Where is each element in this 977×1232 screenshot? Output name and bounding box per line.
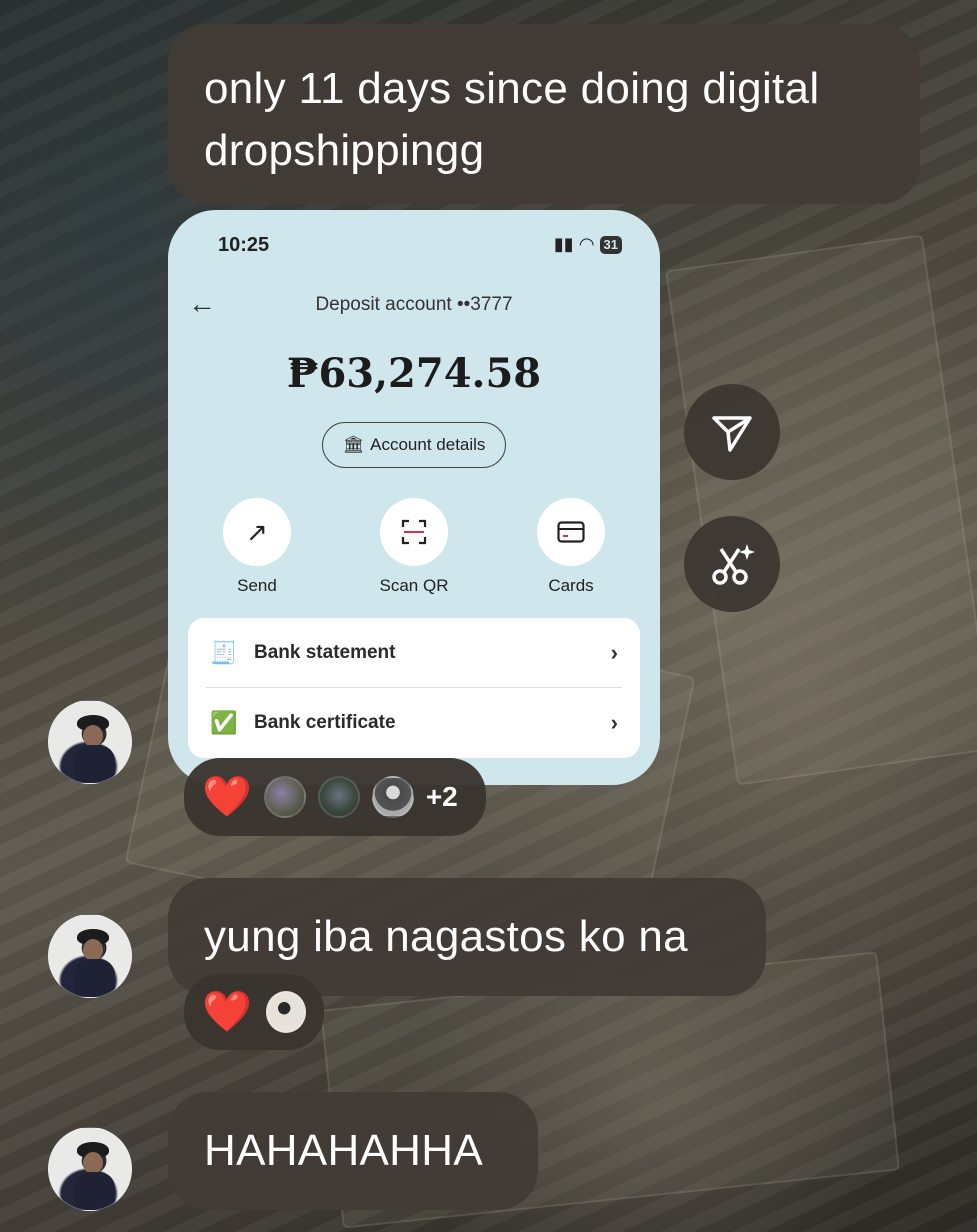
avatar-face (83, 939, 103, 961)
heart-reaction-icon: ❤️ (202, 990, 252, 1034)
certificate-icon: ✅ (210, 710, 238, 735)
send-action: ↗ Send (202, 498, 312, 596)
avatar[interactable] (48, 700, 132, 784)
message-text: only 11 days since doing digital dropshi… (204, 64, 820, 175)
ai-edit-button[interactable] (684, 516, 780, 612)
ai-edit-icon (712, 544, 755, 585)
reactor-avatar (317, 776, 360, 818)
status-time: 10:25 (218, 234, 270, 256)
account-title: Deposit account ••3777 (315, 294, 513, 315)
avatar-face (83, 725, 103, 747)
reactions-bar[interactable]: ❤️ +2 (184, 758, 486, 836)
scan-qr-action: Scan QR (359, 498, 469, 596)
reactor-avatar (371, 776, 414, 818)
battery-icon: 31 (599, 235, 622, 254)
bank-icon: 🏛 (342, 435, 365, 454)
scan-qr-icon (380, 498, 448, 566)
list-item-label: Bank certificate (254, 712, 396, 733)
list-item: 🧾 Bank statement › (188, 618, 640, 688)
chevron-right-icon: › (610, 640, 618, 665)
account-details-label: Account details (370, 435, 486, 454)
list-item-label: Bank statement (254, 642, 396, 663)
avatar-body (75, 745, 115, 783)
avatar[interactable] (48, 914, 132, 998)
message-text: yung iba nagastos ko na (204, 912, 688, 961)
receipt-icon: 🧾 (210, 640, 238, 665)
reactor-avatar (263, 776, 306, 818)
signal-icon: ▮▮ (553, 234, 574, 254)
avatar-body (75, 1172, 115, 1210)
send-label: Send (237, 576, 277, 595)
message-bubble[interactable]: HAHAHAHHA (168, 1092, 538, 1210)
avatar-face (83, 1152, 103, 1174)
account-balance: ₱63,274.58 (286, 350, 542, 397)
share-icon (712, 416, 752, 452)
scan-qr-label: Scan QR (379, 576, 449, 595)
send-arrow-icon: ↗ (223, 498, 291, 566)
message-text: HAHAHAHHA (204, 1126, 483, 1175)
avatar-body (75, 959, 115, 997)
shared-screenshot[interactable]: 10:25 ▮▮ ◠ 31 ← Deposit account ••3777 ₱… (168, 210, 660, 785)
list-item: ✅ Bank certificate › (188, 688, 640, 758)
share-button[interactable] (684, 384, 780, 480)
avatar[interactable] (48, 1127, 132, 1211)
chevron-right-icon: › (610, 710, 618, 735)
wifi-icon: ◠ (579, 234, 594, 254)
account-details-button: 🏛 Account details (322, 422, 506, 468)
reaction-extra-count: +2 (425, 781, 458, 812)
cards-label: Cards (548, 576, 594, 595)
status-icons: ▮▮ ◠ 31 (554, 234, 622, 255)
account-options-list: 🧾 Bank statement › ✅ Bank certificate › (188, 618, 640, 758)
cards-action: Cards (516, 498, 626, 596)
reactor-avatar (265, 991, 306, 1033)
card-icon (537, 498, 605, 566)
heart-reaction-icon: ❤️ (202, 775, 252, 819)
reactions-bar[interactable]: ❤️ (184, 974, 324, 1050)
message-bubble[interactable]: only 11 days since doing digital dropshi… (168, 24, 920, 204)
